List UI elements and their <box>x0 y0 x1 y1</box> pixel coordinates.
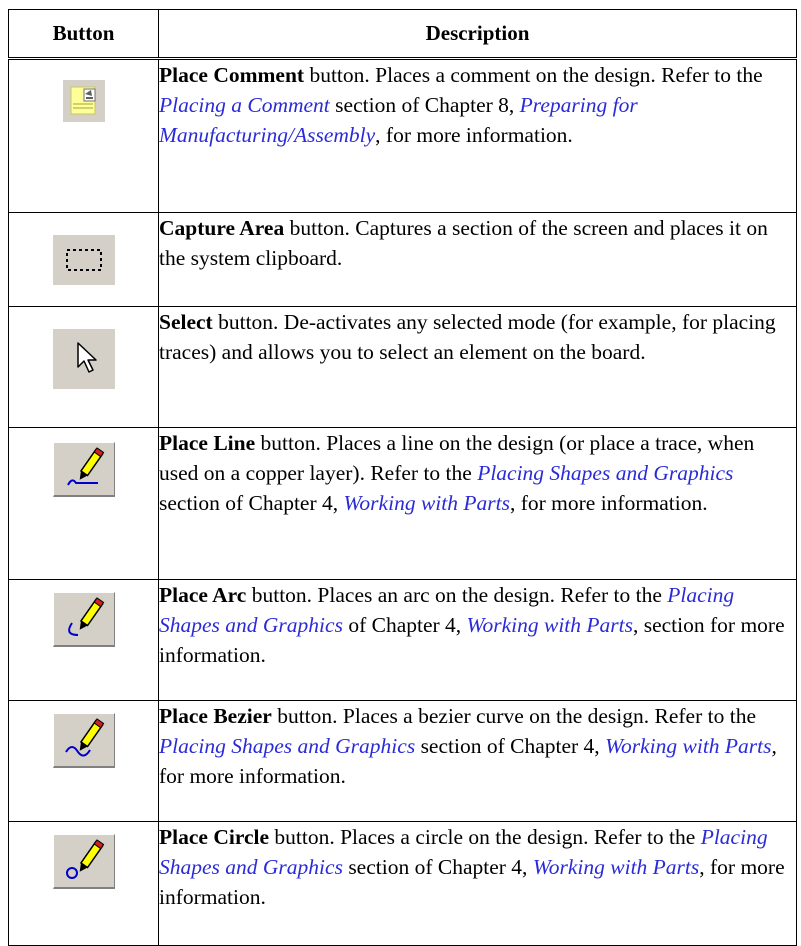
cross-reference-link[interactable]: Working with Parts <box>467 613 633 637</box>
description-cell: Place Circle button. Places a circle on … <box>158 821 797 946</box>
button-cell <box>8 579 159 701</box>
select-arrow-icon <box>52 329 115 389</box>
place-bezier-icon <box>52 713 115 768</box>
cross-reference-link[interactable]: Placing a Comment <box>159 93 330 117</box>
button-name: Place Circle <box>159 825 270 849</box>
description-text: section of Chapter 8, <box>329 93 520 117</box>
cross-reference-link[interactable]: Working with Parts <box>533 855 699 879</box>
button-name: Capture Area <box>159 216 285 240</box>
description-text: of Chapter 4, <box>342 613 467 637</box>
button-name: Place Line <box>159 431 256 455</box>
button-cell <box>8 212 159 307</box>
description-cell: Select button. De-activates any selected… <box>158 306 797 428</box>
button-name: Place Comment <box>159 63 305 87</box>
table-row: Select button. De-activates any selected… <box>8 306 797 428</box>
button-cell <box>8 427 159 580</box>
button-name: Place Arc <box>159 583 247 607</box>
description-text: button. De-activates any selected mode (… <box>159 310 776 364</box>
table-row: Place Line button. Places a line on the … <box>8 427 797 580</box>
table-header-row: Button Description <box>8 9 797 60</box>
button-name: Place Bezier <box>159 704 272 728</box>
table-row: Capture Area button. Captures a section … <box>8 212 797 307</box>
column-header-description: Description <box>158 9 797 60</box>
description-text: , for more information. <box>509 491 708 515</box>
button-cell <box>8 700 159 822</box>
place-arc-icon <box>52 592 115 647</box>
table-row: Place Circle button. Places a circle on … <box>8 821 797 946</box>
capture-area-icon <box>52 235 115 285</box>
description-text: section of Chapter 4, <box>342 855 533 879</box>
description-text: section of Chapter 4, <box>415 734 606 758</box>
cross-reference-link[interactable]: Placing Shapes and Graphics <box>477 461 733 485</box>
description-text: section of Chapter 4, <box>159 491 344 515</box>
description-text: button. Places a comment on the design. … <box>304 63 763 87</box>
table-row: Place Arc button. Places an arc on the d… <box>8 579 797 701</box>
column-header-button: Button <box>8 9 159 60</box>
button-cell <box>8 306 159 428</box>
button-reference-table: Button Description Place Comment button.… <box>8 9 797 946</box>
button-cell <box>8 821 159 946</box>
description-cell: Place Bezier button. Places a bezier cur… <box>158 700 797 822</box>
table-row: Place Comment button. Places a comment o… <box>8 58 797 213</box>
description-text: button. Places a circle on the design. R… <box>269 825 701 849</box>
button-cell <box>8 58 159 213</box>
place-comment-icon <box>62 80 105 122</box>
description-cell: Capture Area button. Captures a section … <box>158 212 797 307</box>
description-text: button. Places a bezier curve on the des… <box>271 704 756 728</box>
place-line-icon <box>52 442 115 497</box>
description-cell: Place Line button. Places a line on the … <box>158 427 797 580</box>
cross-reference-link[interactable]: Working with Parts <box>344 491 510 515</box>
cross-reference-link[interactable]: Placing Shapes and Graphics <box>159 734 415 758</box>
button-name: Select <box>159 310 213 334</box>
table-row: Place Bezier button. Places a bezier cur… <box>8 700 797 822</box>
description-text: button. Places an arc on the design. Ref… <box>246 583 668 607</box>
cross-reference-link[interactable]: Working with Parts <box>605 734 771 758</box>
description-cell: Place Comment button. Places a comment o… <box>158 58 797 213</box>
place-circle-icon <box>52 834 115 889</box>
description-cell: Place Arc button. Places an arc on the d… <box>158 579 797 701</box>
description-text: , for more information. <box>375 123 573 147</box>
